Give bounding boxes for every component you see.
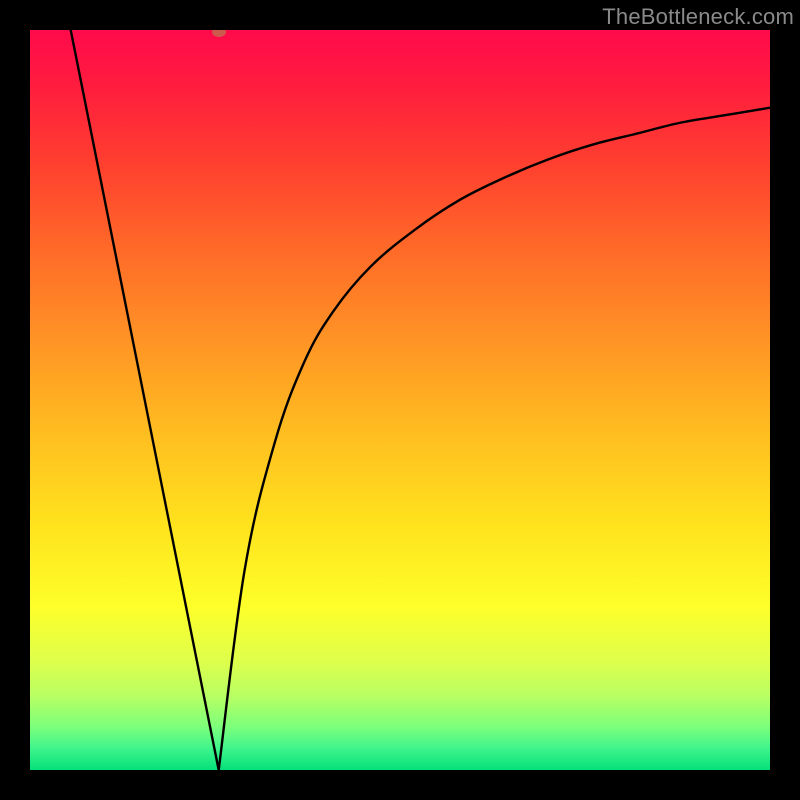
curve-right-branch [219, 108, 770, 770]
plot-area [30, 30, 770, 770]
watermark-text: TheBottleneck.com [602, 4, 794, 30]
chart-frame: TheBottleneck.com [0, 0, 800, 800]
bottleneck-trace [30, 30, 770, 770]
curve-left-branch [71, 30, 219, 770]
